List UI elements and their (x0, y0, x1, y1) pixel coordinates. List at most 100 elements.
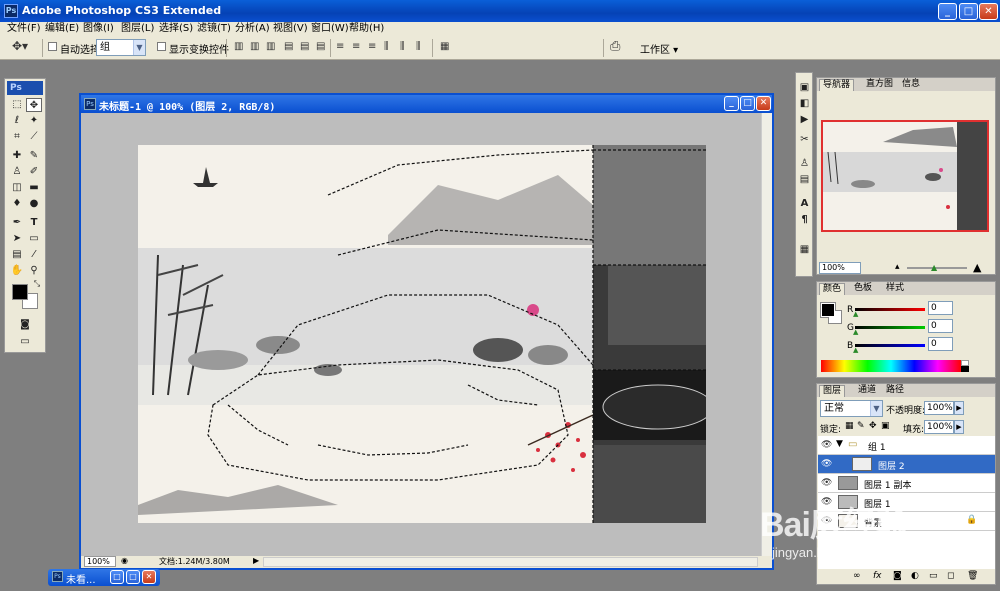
zoom-slider-thumb[interactable]: ▲ (931, 263, 937, 272)
lock-image-icon[interactable]: ✎ (857, 421, 865, 431)
foreground-color-swatch-top[interactable] (12, 284, 28, 300)
menu-window[interactable]: 窗口(W) (311, 22, 349, 36)
fill-arrow-icon[interactable]: ▶ (954, 420, 964, 434)
menu-view[interactable]: 视图(V) (273, 22, 308, 36)
zoom-out-icon[interactable]: ▴ (895, 262, 900, 272)
layer-row-layer2[interactable]: 👁 图层 2 (818, 455, 995, 474)
zoom-tool-icon[interactable]: ⚲ (26, 264, 42, 278)
r-slider[interactable] (855, 308, 925, 311)
r-value[interactable]: 0 (928, 301, 953, 315)
tool-presets-icon[interactable]: ✂ (798, 133, 811, 146)
group-expand-icon[interactable]: ▼ (836, 439, 843, 449)
status-menu-arrow-icon[interactable]: ▶ (253, 556, 259, 565)
menu-layer[interactable]: 图层(L) (121, 22, 154, 36)
blur-tool-icon[interactable]: ♦ (9, 197, 25, 211)
clone-source-icon[interactable]: ♙ (798, 157, 811, 170)
b-slider-thumb[interactable]: ▲ (853, 346, 858, 354)
healing-brush-icon[interactable]: ✚ (9, 149, 25, 163)
navigator-zoom-field[interactable]: 100% (819, 262, 861, 274)
fill-field[interactable]: 100% (924, 420, 954, 434)
tab-navigator[interactable]: 导航器 (819, 79, 855, 91)
brush-tool-icon[interactable]: ✎ (26, 149, 42, 163)
pen-tool-icon[interactable]: ✒ (9, 216, 25, 230)
g-slider-thumb[interactable]: ▲ (853, 328, 858, 336)
horizontal-scrollbar[interactable] (263, 557, 758, 567)
opacity-field[interactable]: 100% (924, 401, 954, 415)
auto-align-icon[interactable]: ▦ (440, 41, 449, 52)
distribute-top-icon[interactable]: ≡ (336, 41, 344, 52)
eye-icon[interactable]: 👁 (821, 459, 832, 469)
crop-tool-icon[interactable]: ⌗ (9, 130, 25, 144)
paragraph-icon[interactable]: ¶ (798, 213, 811, 226)
history-brush-icon[interactable]: ✐ (26, 165, 42, 179)
gradient-tool-icon[interactable]: ▬ (26, 181, 42, 195)
actions-icon[interactable]: ▶ (798, 113, 811, 126)
align-right-icon[interactable]: ▤ (316, 41, 325, 52)
close-button[interactable]: ✕ (979, 3, 998, 20)
tab-color[interactable]: 颜色 (819, 283, 846, 295)
palette-well-icon[interactable]: ⎙ (610, 39, 620, 54)
align-bottom-icon[interactable]: ▥ (266, 41, 275, 52)
move-tool-icon[interactable]: ✥▾ (12, 39, 28, 53)
menu-select[interactable]: 选择(S) (159, 22, 193, 36)
path-select-icon[interactable]: ➤ (9, 232, 25, 246)
dodge-tool-icon[interactable]: ● (26, 197, 42, 211)
vertical-scrollbar[interactable] (761, 113, 772, 556)
eye-icon[interactable]: 👁 (821, 478, 832, 488)
eyedropper-icon[interactable]: ⁄ (26, 248, 42, 262)
tab-channels[interactable]: 通道 (855, 385, 879, 397)
maximize-button[interactable]: □ (126, 570, 140, 584)
maximize-button[interactable]: □ (959, 3, 978, 20)
quick-mask-icon[interactable]: ◙ (17, 318, 33, 332)
menu-file[interactable]: 文件(F) (7, 22, 41, 36)
distribute-hcenter-icon[interactable]: ⫼ (400, 41, 405, 52)
notes-tool-icon[interactable]: ▤ (9, 248, 25, 262)
screen-mode-icon[interactable]: ▭ (17, 335, 33, 349)
b-value[interactable]: 0 (928, 337, 953, 351)
lasso-tool-icon[interactable]: ℓ (9, 114, 25, 128)
align-vcenter-icon[interactable]: ▥ (250, 41, 259, 52)
doc-minimize-button[interactable]: _ (724, 96, 739, 111)
tab-layers[interactable]: 图层 (819, 385, 846, 397)
blend-mode-dropdown[interactable]: 正常 ▼ (820, 400, 883, 417)
move-tool-icon[interactable]: ✥ (26, 98, 42, 112)
tab-info[interactable]: 信息 (899, 79, 923, 91)
type-tool-icon[interactable]: T (26, 216, 42, 230)
align-hcenter-icon[interactable]: ▤ (300, 41, 309, 52)
menu-help[interactable]: 帮助(H) (349, 22, 384, 36)
history-icon[interactable]: ◧ (798, 97, 811, 110)
swap-colors-icon[interactable]: ⤡ (29, 277, 45, 291)
layer-row-layer1-copy[interactable]: 👁 图层 1 副本 (818, 474, 995, 493)
doc-maximize-button[interactable]: □ (740, 96, 755, 111)
navigator-preview[interactable] (821, 120, 989, 232)
status-options-icon[interactable]: ◉ (121, 556, 128, 565)
eye-icon[interactable]: 👁 (821, 440, 832, 450)
tab-styles[interactable]: 样式 (883, 283, 907, 295)
measurement-icon[interactable]: ▦ (798, 243, 811, 256)
r-slider-thumb[interactable]: ▲ (853, 310, 858, 318)
distribute-vcenter-icon[interactable]: ≡ (352, 41, 360, 52)
menu-analysis[interactable]: 分析(A) (235, 22, 270, 36)
shape-tool-icon[interactable]: ▭ (26, 232, 42, 246)
canvas-image[interactable] (138, 145, 706, 523)
hand-tool-icon[interactable]: ✋ (9, 264, 25, 278)
zoom-field[interactable]: 100% (84, 556, 116, 567)
slice-tool-icon[interactable]: ⟋ (26, 130, 42, 144)
magic-wand-icon[interactable]: ✦ (26, 114, 42, 128)
opacity-arrow-icon[interactable]: ▶ (954, 401, 964, 415)
show-transform-checkbox[interactable] (157, 42, 166, 51)
clone-stamp-icon[interactable]: ♙ (9, 165, 25, 179)
g-value[interactable]: 0 (928, 319, 953, 333)
spectrum-black-swatch[interactable] (961, 366, 969, 372)
layer-row-group[interactable]: 👁 ▼ ▭ 组 1 (818, 436, 995, 455)
align-left-icon[interactable]: ▤ (284, 41, 293, 52)
menu-filter[interactable]: 滤镜(T) (197, 22, 231, 36)
color-foreground-swatch-top[interactable] (821, 303, 835, 317)
g-slider[interactable] (855, 326, 925, 329)
menu-edit[interactable]: 编辑(E) (45, 22, 79, 36)
character-icon[interactable]: A (798, 197, 811, 210)
minimize-button[interactable]: _ (938, 3, 957, 20)
auto-select-checkbox[interactable] (48, 42, 57, 51)
workspace-button[interactable]: 工作区 ▾ (640, 41, 678, 56)
eraser-tool-icon[interactable]: ◫ (9, 181, 25, 195)
